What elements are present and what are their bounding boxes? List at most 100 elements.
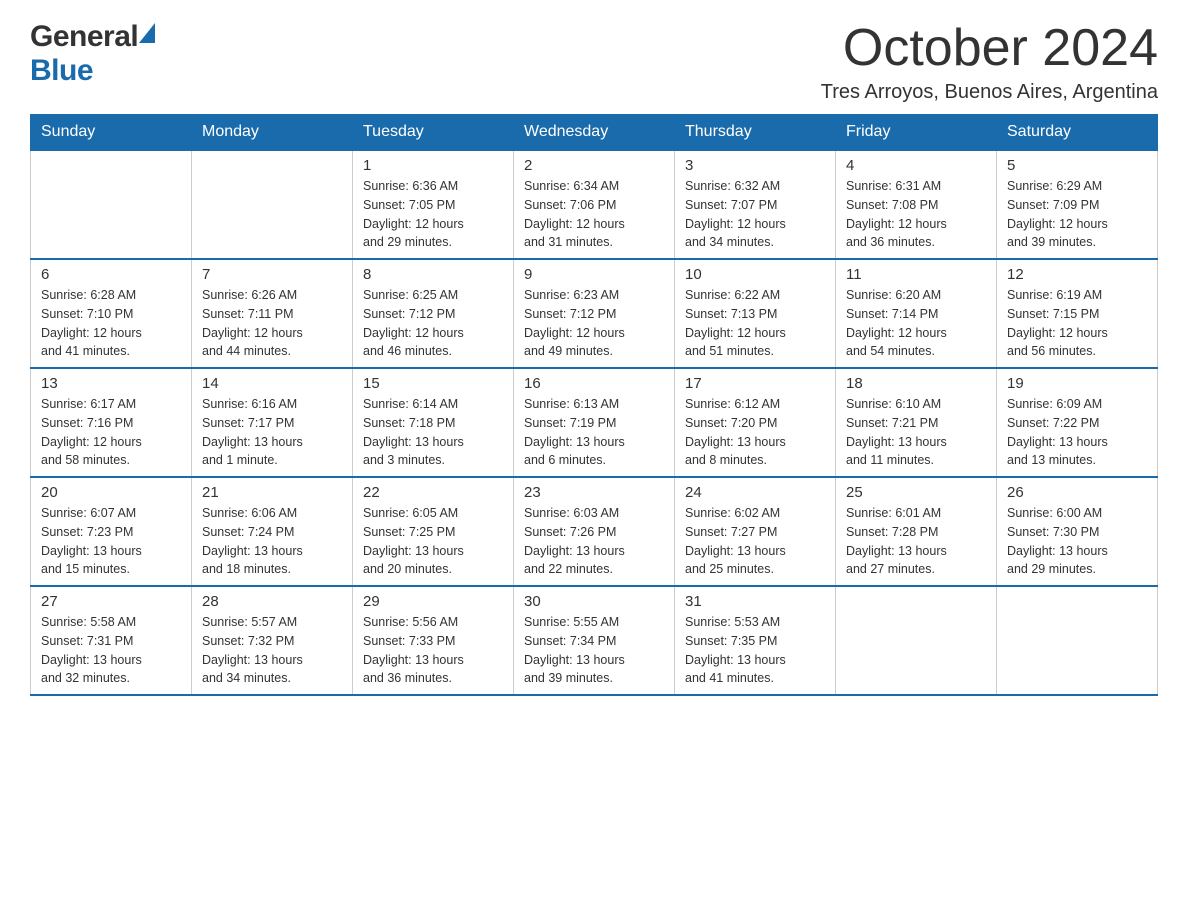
day-number: 31 xyxy=(685,593,825,610)
day-number: 29 xyxy=(363,593,503,610)
day-info: Sunrise: 5:53 AM Sunset: 7:35 PM Dayligh… xyxy=(685,613,825,688)
day-number: 10 xyxy=(685,266,825,283)
day-number: 12 xyxy=(1007,266,1147,283)
calendar-cell: 13Sunrise: 6:17 AM Sunset: 7:16 PM Dayli… xyxy=(31,368,192,477)
calendar-cell: 14Sunrise: 6:16 AM Sunset: 7:17 PM Dayli… xyxy=(192,368,353,477)
day-number: 17 xyxy=(685,375,825,392)
day-info: Sunrise: 6:20 AM Sunset: 7:14 PM Dayligh… xyxy=(846,286,986,361)
day-number: 21 xyxy=(202,484,342,501)
calendar-day-header: Monday xyxy=(192,115,353,151)
day-number: 1 xyxy=(363,157,503,174)
calendar-cell: 7Sunrise: 6:26 AM Sunset: 7:11 PM Daylig… xyxy=(192,259,353,368)
calendar-cell xyxy=(997,586,1158,695)
day-info: Sunrise: 5:55 AM Sunset: 7:34 PM Dayligh… xyxy=(524,613,664,688)
calendar-cell: 4 Sunrise: 6:31 AM Sunset: 7:08 PM Daylig… xyxy=(836,150,997,259)
calendar-cell: 22 Sunrise: 6:05 AM Sunset: 7:25 PM Dayli… xyxy=(353,477,514,586)
day-info: Sunrise: 6:06 AM Sunset: 7:24 PM Dayligh… xyxy=(202,504,342,579)
day-info: Sunrise: 6:12 AM Sunset: 7:20 PM Dayligh… xyxy=(685,395,825,470)
day-number: 28 xyxy=(202,593,342,610)
calendar-cell: 1 Sunrise: 6:36 AM Sunset: 7:05 PM Daylig… xyxy=(353,150,514,259)
calendar-week-row: 27 Sunrise: 5:58 AM Sunset: 7:31 PM Dayli… xyxy=(31,586,1158,695)
day-info: Sunrise: 6:05 AM Sunset: 7:25 PM Dayligh… xyxy=(363,504,503,579)
day-info: Sunrise: 6:25 AM Sunset: 7:12 PM Dayligh… xyxy=(363,286,503,361)
day-number: 6 xyxy=(41,266,181,283)
subtitle: Tres Arroyos, Buenos Aires, Argentina xyxy=(821,81,1158,104)
calendar-cell: 27 Sunrise: 5:58 AM Sunset: 7:31 PM Dayli… xyxy=(31,586,192,695)
calendar-cell: 17 Sunrise: 6:12 AM Sunset: 7:20 PM Dayli… xyxy=(675,368,836,477)
day-info: Sunrise: 6:22 AM Sunset: 7:13 PM Dayligh… xyxy=(685,286,825,361)
day-info: Sunrise: 6:26 AM Sunset: 7:11 PM Dayligh… xyxy=(202,286,342,361)
logo: General Blue xyxy=(30,20,155,88)
day-number: 14 xyxy=(202,375,342,392)
calendar-cell xyxy=(192,150,353,259)
day-number: 2 xyxy=(524,157,664,174)
calendar-week-row: 20 Sunrise: 6:07 AM Sunset: 7:23 PM Dayli… xyxy=(31,477,1158,586)
calendar-cell: 10 Sunrise: 6:22 AM Sunset: 7:13 PM Dayli… xyxy=(675,259,836,368)
day-info: Sunrise: 6:14 AM Sunset: 7:18 PM Dayligh… xyxy=(363,395,503,470)
day-number: 13 xyxy=(41,375,181,392)
day-info: Sunrise: 6:36 AM Sunset: 7:05 PM Dayligh… xyxy=(363,177,503,252)
day-info: Sunrise: 6:28 AM Sunset: 7:10 PM Dayligh… xyxy=(41,286,181,361)
calendar-cell: 30 Sunrise: 5:55 AM Sunset: 7:34 PM Dayli… xyxy=(514,586,675,695)
calendar-day-header: Saturday xyxy=(997,115,1158,151)
day-number: 4 xyxy=(846,157,986,174)
day-number: 25 xyxy=(846,484,986,501)
day-number: 24 xyxy=(685,484,825,501)
day-info: Sunrise: 6:31 AM Sunset: 7:08 PM Dayligh… xyxy=(846,177,986,252)
calendar-cell: 16 Sunrise: 6:13 AM Sunset: 7:19 PM Dayli… xyxy=(514,368,675,477)
calendar-cell: 25Sunrise: 6:01 AM Sunset: 7:28 PM Dayli… xyxy=(836,477,997,586)
calendar-cell: 6 Sunrise: 6:28 AM Sunset: 7:10 PM Daylig… xyxy=(31,259,192,368)
calendar-cell: 19 Sunrise: 6:09 AM Sunset: 7:22 PM Dayli… xyxy=(997,368,1158,477)
page-header: General Blue October 2024 Tres Arroyos, … xyxy=(30,20,1158,104)
day-info: Sunrise: 6:10 AM Sunset: 7:21 PM Dayligh… xyxy=(846,395,986,470)
day-info: Sunrise: 6:32 AM Sunset: 7:07 PM Dayligh… xyxy=(685,177,825,252)
calendar-cell: 31 Sunrise: 5:53 AM Sunset: 7:35 PM Dayli… xyxy=(675,586,836,695)
day-info: Sunrise: 6:34 AM Sunset: 7:06 PM Dayligh… xyxy=(524,177,664,252)
logo-blue-text: Blue xyxy=(30,54,93,88)
calendar-cell: 8 Sunrise: 6:25 AM Sunset: 7:12 PM Daylig… xyxy=(353,259,514,368)
day-number: 27 xyxy=(41,593,181,610)
day-number: 20 xyxy=(41,484,181,501)
day-info: Sunrise: 6:02 AM Sunset: 7:27 PM Dayligh… xyxy=(685,504,825,579)
day-number: 16 xyxy=(524,375,664,392)
calendar-cell xyxy=(31,150,192,259)
day-number: 8 xyxy=(363,266,503,283)
day-info: Sunrise: 6:19 AM Sunset: 7:15 PM Dayligh… xyxy=(1007,286,1147,361)
day-info: Sunrise: 6:00 AM Sunset: 7:30 PM Dayligh… xyxy=(1007,504,1147,579)
calendar-cell: 20 Sunrise: 6:07 AM Sunset: 7:23 PM Dayli… xyxy=(31,477,192,586)
calendar-cell: 28 Sunrise: 5:57 AM Sunset: 7:32 PM Dayli… xyxy=(192,586,353,695)
calendar-cell: 12 Sunrise: 6:19 AM Sunset: 7:15 PM Dayli… xyxy=(997,259,1158,368)
calendar-cell: 9Sunrise: 6:23 AM Sunset: 7:12 PM Daylig… xyxy=(514,259,675,368)
day-info: Sunrise: 5:57 AM Sunset: 7:32 PM Dayligh… xyxy=(202,613,342,688)
calendar-header-row: SundayMondayTuesdayWednesdayThursdayFrid… xyxy=(31,115,1158,151)
calendar-cell: 18 Sunrise: 6:10 AM Sunset: 7:21 PM Dayli… xyxy=(836,368,997,477)
day-number: 26 xyxy=(1007,484,1147,501)
calendar-cell: 29Sunrise: 5:56 AM Sunset: 7:33 PM Dayli… xyxy=(353,586,514,695)
day-number: 30 xyxy=(524,593,664,610)
day-info: Sunrise: 6:23 AM Sunset: 7:12 PM Dayligh… xyxy=(524,286,664,361)
calendar-cell: 24 Sunrise: 6:02 AM Sunset: 7:27 PM Dayli… xyxy=(675,477,836,586)
calendar-cell: 11Sunrise: 6:20 AM Sunset: 7:14 PM Dayli… xyxy=(836,259,997,368)
day-number: 19 xyxy=(1007,375,1147,392)
day-info: Sunrise: 6:13 AM Sunset: 7:19 PM Dayligh… xyxy=(524,395,664,470)
calendar-day-header: Thursday xyxy=(675,115,836,151)
calendar-day-header: Wednesday xyxy=(514,115,675,151)
calendar-day-header: Tuesday xyxy=(353,115,514,151)
day-info: Sunrise: 6:09 AM Sunset: 7:22 PM Dayligh… xyxy=(1007,395,1147,470)
calendar-cell: 5Sunrise: 6:29 AM Sunset: 7:09 PM Daylig… xyxy=(997,150,1158,259)
title-section: October 2024 Tres Arroyos, Buenos Aires,… xyxy=(821,20,1158,104)
calendar-day-header: Sunday xyxy=(31,115,192,151)
calendar-cell: 2 Sunrise: 6:34 AM Sunset: 7:06 PM Daylig… xyxy=(514,150,675,259)
calendar-week-row: 6 Sunrise: 6:28 AM Sunset: 7:10 PM Daylig… xyxy=(31,259,1158,368)
calendar-cell: 3Sunrise: 6:32 AM Sunset: 7:07 PM Daylig… xyxy=(675,150,836,259)
calendar-week-row: 1 Sunrise: 6:36 AM Sunset: 7:05 PM Daylig… xyxy=(31,150,1158,259)
calendar-table: SundayMondayTuesdayWednesdayThursdayFrid… xyxy=(30,114,1158,696)
calendar-week-row: 13Sunrise: 6:17 AM Sunset: 7:16 PM Dayli… xyxy=(31,368,1158,477)
day-number: 18 xyxy=(846,375,986,392)
day-info: Sunrise: 5:58 AM Sunset: 7:31 PM Dayligh… xyxy=(41,613,181,688)
day-number: 23 xyxy=(524,484,664,501)
main-title: October 2024 xyxy=(821,20,1158,77)
logo-general-text: General xyxy=(30,20,138,54)
day-number: 22 xyxy=(363,484,503,501)
day-info: Sunrise: 6:07 AM Sunset: 7:23 PM Dayligh… xyxy=(41,504,181,579)
